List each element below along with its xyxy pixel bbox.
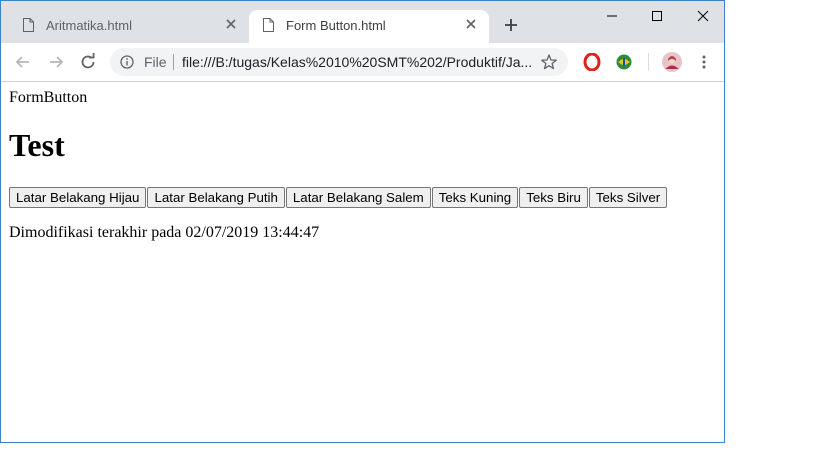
tab-strip: Aritmatika.html Form Button.html	[1, 1, 724, 43]
omnibox-divider	[173, 54, 174, 70]
scheme-label: File	[144, 54, 167, 70]
blue-text-button[interactable]: Teks Biru	[519, 187, 588, 208]
button-row: Latar Belakang Hijau Latar Belakang Putih…	[9, 187, 668, 209]
tab-aritmatika[interactable]: Aritmatika.html	[9, 10, 249, 43]
bookmark-star-icon[interactable]	[540, 53, 558, 71]
close-tab-icon[interactable]	[463, 16, 479, 32]
more-menu-icon[interactable]	[695, 53, 713, 71]
maximize-icon[interactable]	[643, 5, 671, 27]
download-manager-extension-icon[interactable]	[615, 53, 633, 71]
profile-avatar[interactable]	[662, 52, 682, 72]
page-content: FormButton Test Latar Belakang Hijau Lata…	[1, 82, 724, 442]
document-icon	[23, 18, 34, 32]
browser-toolbar: File file:///B:/tugas/Kelas%2010%20SMT%2…	[1, 43, 724, 82]
salmon-background-button[interactable]: Latar Belakang Salem	[285, 187, 431, 208]
back-arrow-icon[interactable]	[13, 52, 33, 72]
tab-title: Form Button.html	[286, 18, 386, 33]
forward-arrow-icon[interactable]	[46, 52, 66, 72]
minimize-icon[interactable]	[598, 5, 626, 27]
document-icon	[263, 18, 274, 32]
reload-icon[interactable]	[78, 52, 98, 72]
tab-form-button[interactable]: Form Button.html	[249, 10, 489, 43]
toolbar-divider	[648, 53, 649, 71]
white-background-button[interactable]: Latar Belakang Putih	[147, 187, 285, 208]
opera-extension-icon[interactable]	[583, 53, 601, 71]
green-background-button[interactable]: Latar Belakang Hijau	[9, 187, 147, 208]
new-tab-icon[interactable]	[501, 15, 521, 35]
close-tab-icon[interactable]	[223, 16, 239, 32]
last-modified-text: Dimodifikasi terakhir pada 02/07/2019 13…	[9, 224, 320, 241]
tab-title: Aritmatika.html	[46, 18, 132, 33]
yellow-text-button[interactable]: Teks Kuning	[431, 187, 519, 208]
url-text[interactable]: file:///B:/tugas/Kelas%2010%20SMT%202/Pr…	[182, 54, 532, 70]
browser-window: Aritmatika.html Form Button.html File fi…	[0, 0, 725, 443]
silver-text-button[interactable]: Teks Silver	[588, 187, 668, 208]
window-close-icon[interactable]	[689, 5, 717, 27]
info-icon[interactable]	[120, 55, 134, 69]
page-heading: Test	[9, 127, 65, 163]
form-title-text: FormButton	[9, 89, 88, 106]
address-bar[interactable]: File file:///B:/tugas/Kelas%2010%20SMT%2…	[110, 48, 568, 76]
